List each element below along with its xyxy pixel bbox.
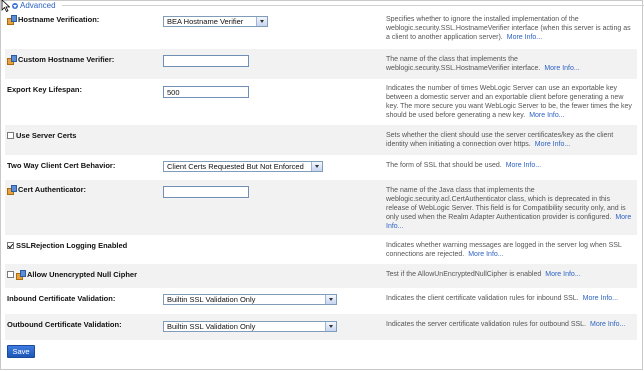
outbound-cert-validation-select[interactable]: Builtin SSL Validation Only — [163, 321, 337, 332]
use-server-certs-checkbox[interactable] — [7, 132, 14, 139]
inbound-cert-validation-description: Indicates the client certificate validat… — [386, 295, 619, 302]
setting-row-custom-hostname-verifier: Custom Hostname Verifier: The name of th… — [5, 49, 637, 79]
more-info-link[interactable]: More Info... — [506, 162, 541, 169]
chevron-down-icon — [256, 17, 267, 26]
custom-hostname-verifier-input[interactable] — [163, 55, 249, 67]
inbound-cert-validation-select[interactable]: Builtin SSL Validation Only — [163, 294, 337, 305]
setting-row-outbound-cert-validation: Outbound Certificate Validation: Builtin… — [5, 314, 637, 340]
ssl-rejection-logging-description: Indicates whether warning messages are l… — [386, 242, 622, 258]
more-info-link[interactable]: More Info... — [583, 295, 618, 302]
cert-authenticator-input[interactable] — [163, 186, 249, 198]
hostname-verification-select[interactable]: BEA Hostname Verifier — [163, 16, 268, 27]
two-way-client-cert-label: Two Way Client Cert Behavior: — [7, 161, 116, 170]
export-key-lifespan-description: Indicates the number of times WebLogic S… — [386, 85, 632, 119]
hostname-verification-description: Specifies whether to ignore the installe… — [386, 16, 631, 41]
more-info-link[interactable]: More Info... — [535, 141, 570, 148]
collapse-toggle-icon — [12, 2, 18, 9]
chevron-down-icon — [311, 162, 322, 171]
more-info-link[interactable]: More Info... — [468, 251, 503, 258]
chevron-down-icon — [325, 322, 336, 331]
allow-null-cipher-checkbox[interactable] — [7, 271, 14, 278]
advanced-section-toggle[interactable]: Advanced — [12, 1, 644, 10]
setting-row-two-way-client-cert: Two Way Client Cert Behavior: Client Cer… — [5, 155, 637, 180]
setting-row-use-server-certs: Use Server Certs Sets whether the client… — [5, 125, 637, 155]
allow-null-cipher-label: Allow Unencrypted Null Cipher — [27, 270, 138, 279]
save-button[interactable]: Save — [7, 345, 35, 358]
more-info-link[interactable]: More Info... — [507, 34, 542, 41]
more-info-link[interactable]: More Info... — [529, 112, 564, 119]
section-divider — [61, 5, 644, 6]
chevron-down-icon — [325, 295, 336, 304]
use-server-certs-description: Sets whether the client should use the s… — [386, 132, 614, 148]
outbound-cert-validation-label: Outbound Certificate Validation: — [7, 320, 122, 329]
config-change-icon — [16, 270, 26, 280]
setting-row-hostname-verification: Hostname Verification: BEA Hostname Veri… — [5, 11, 637, 49]
setting-row-allow-null-cipher: Allow Unencrypted Null Cipher Test if th… — [5, 264, 637, 288]
config-change-icon — [7, 55, 17, 65]
setting-row-cert-authenticator: Cert Authenticator: The name of the Java… — [5, 180, 637, 235]
cert-authenticator-description: The name of the Java class that implemen… — [386, 187, 632, 230]
allow-null-cipher-description: Test if the AllowUnEncryptedNullCipher i… — [386, 271, 581, 278]
config-change-icon — [7, 15, 17, 25]
custom-hostname-verifier-description: The name of the class that implements th… — [386, 56, 580, 72]
setting-row-ssl-rejection-logging: SSLRejection Logging Enabled Indicates w… — [5, 235, 637, 264]
setting-row-export-key-lifespan: Export Key Lifespan: 500 Indicates the n… — [5, 79, 637, 125]
more-info-link[interactable]: More Info... — [545, 271, 580, 278]
advanced-section-title: Advanced — [20, 1, 56, 10]
hostname-verification-label: Hostname Verification: — [18, 15, 100, 24]
more-info-link[interactable]: More Info... — [544, 65, 579, 72]
cert-authenticator-label: Cert Authenticator: — [18, 185, 87, 194]
outbound-cert-validation-description: Indicates the server certificate validat… — [386, 321, 626, 328]
custom-hostname-verifier-label: Custom Hostname Verifier: — [18, 55, 115, 64]
ssl-rejection-logging-checkbox[interactable] — [7, 242, 14, 249]
more-info-link[interactable]: More Info... — [590, 321, 625, 328]
two-way-client-cert-description: The form of SSL that should be used. More… — [386, 162, 542, 169]
setting-row-inbound-cert-validation: Inbound Certificate Validation: Builtin … — [5, 288, 637, 314]
export-key-lifespan-input[interactable]: 500 — [163, 86, 249, 98]
use-server-certs-label: Use Server Certs — [16, 131, 77, 140]
inbound-cert-validation-label: Inbound Certificate Validation: — [7, 294, 116, 303]
config-change-icon — [7, 185, 17, 195]
export-key-lifespan-label: Export Key Lifespan: — [7, 85, 83, 94]
ssl-rejection-logging-label: SSLRejection Logging Enabled — [16, 241, 128, 250]
two-way-client-cert-select[interactable]: Client Certs Requested But Not Enforced — [163, 161, 323, 172]
